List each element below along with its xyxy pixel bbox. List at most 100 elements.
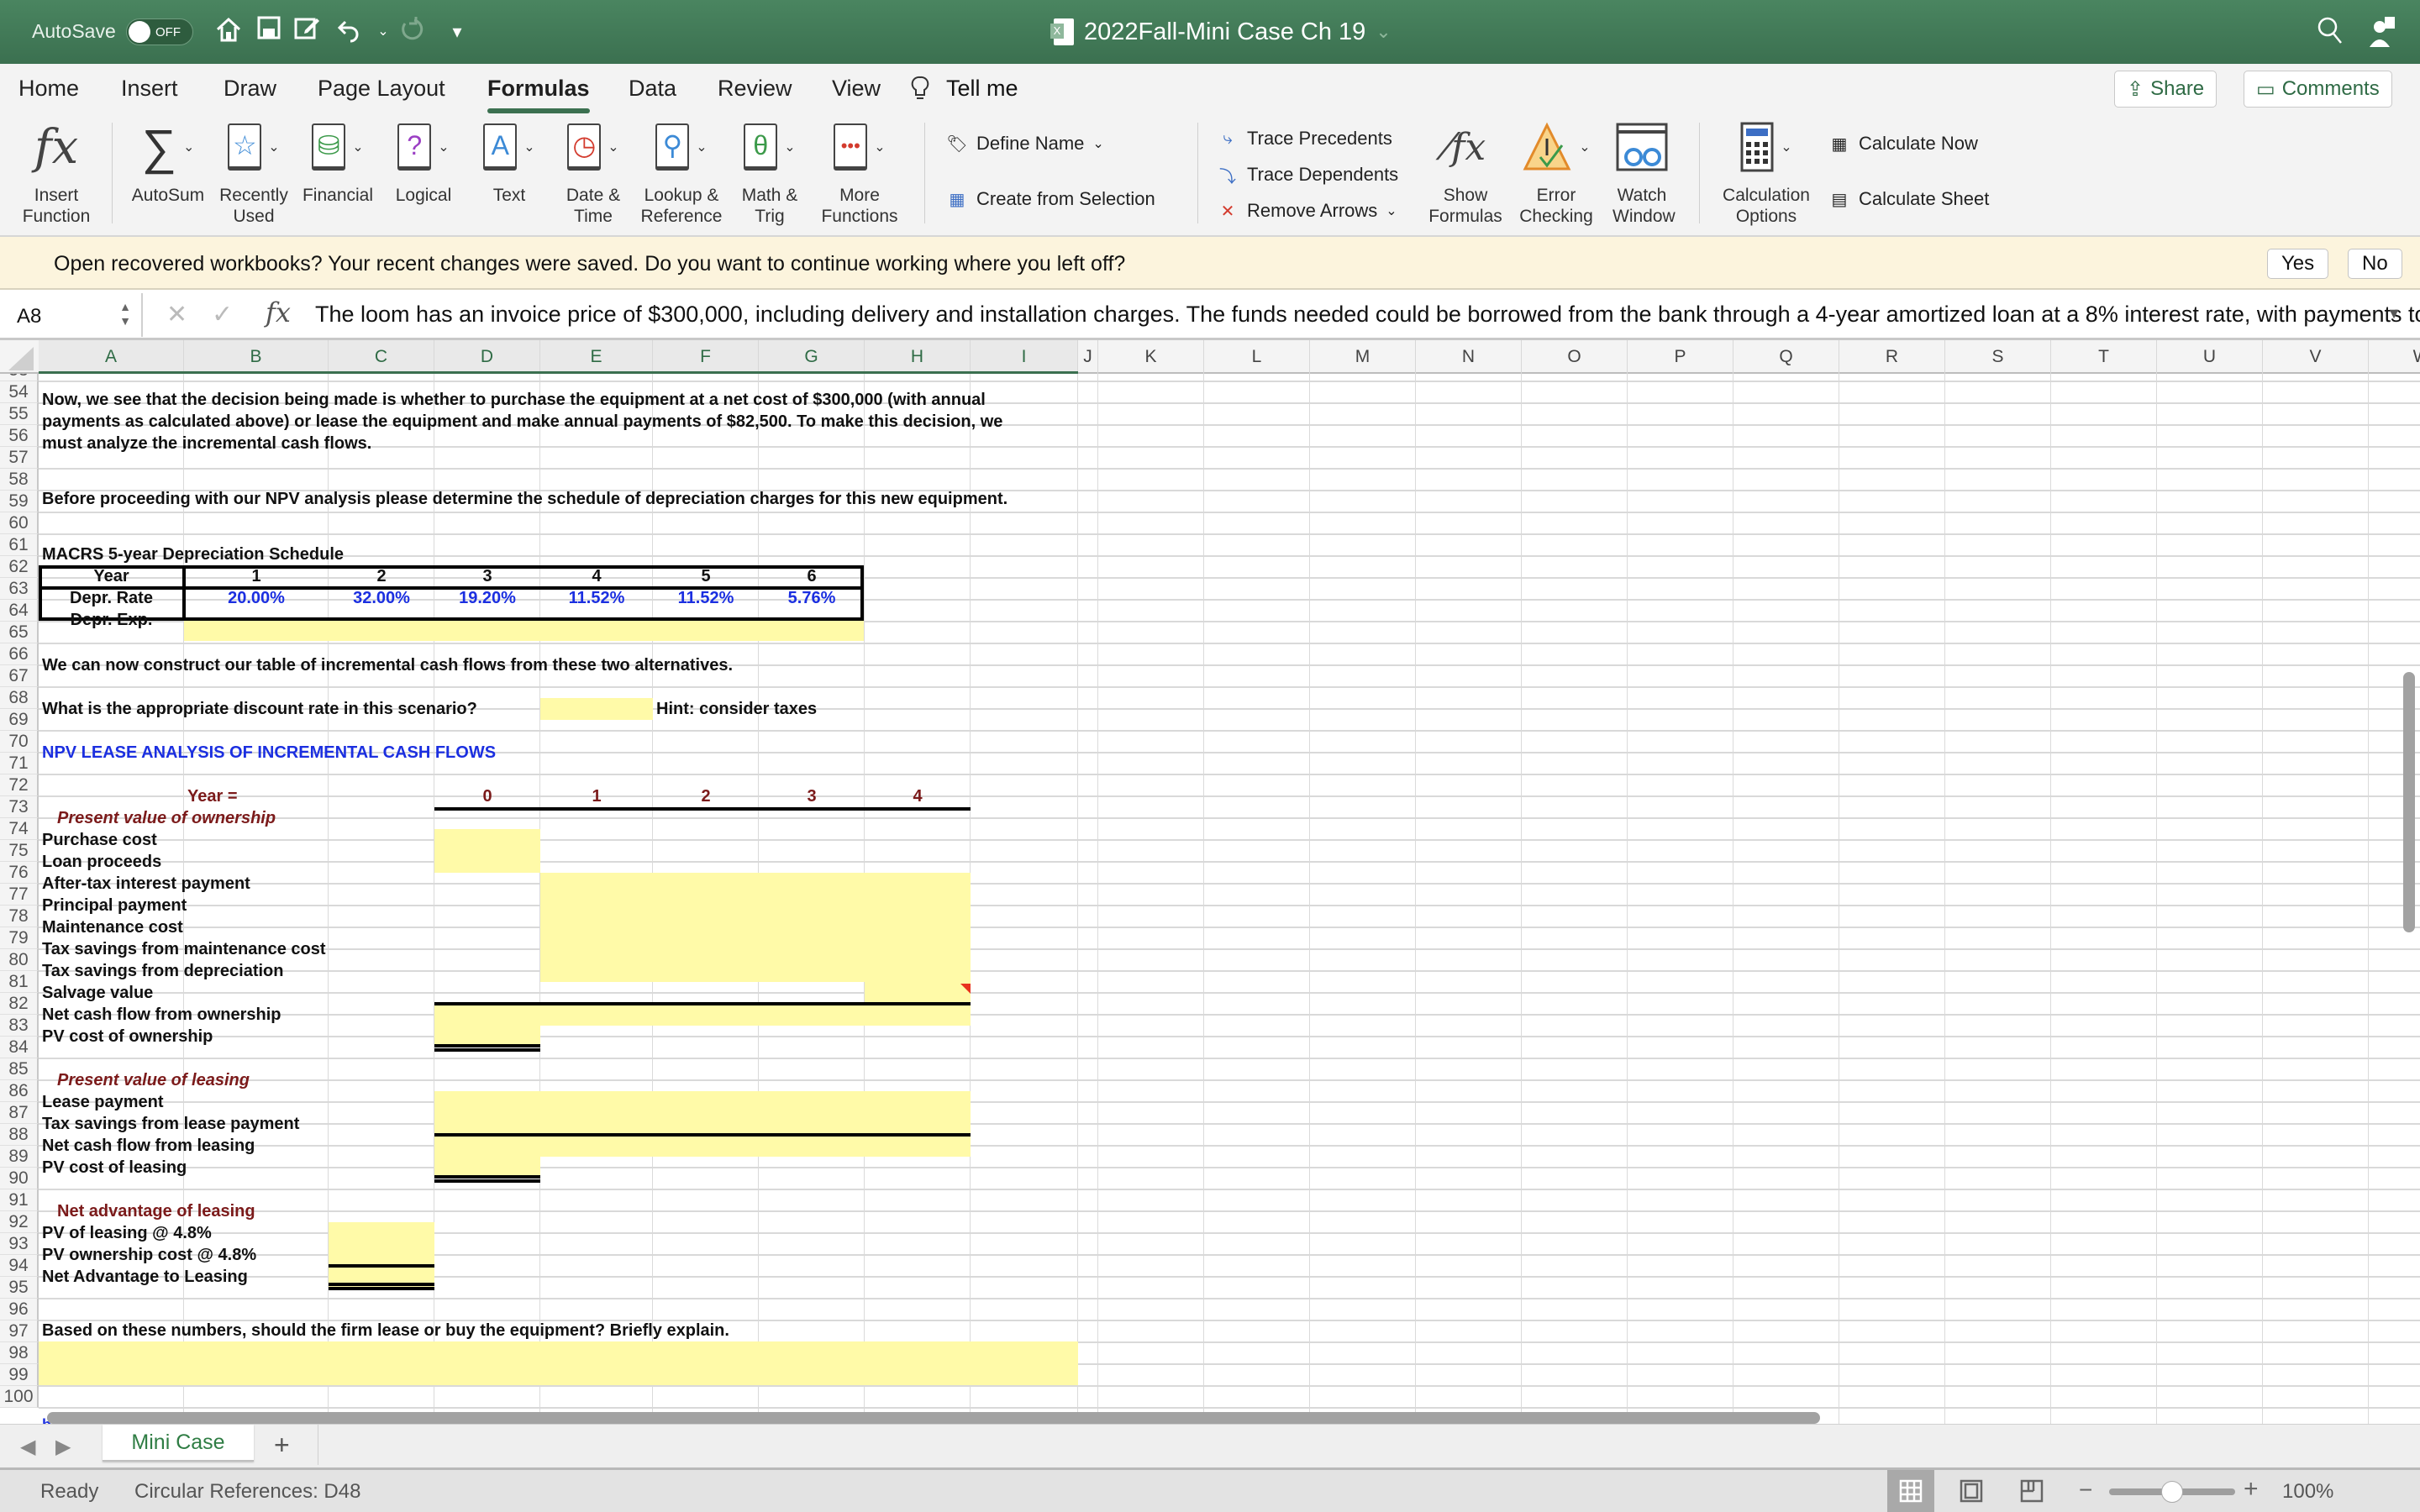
comment-indicator-icon[interactable] [960, 984, 971, 994]
tab-view[interactable]: View [832, 76, 881, 102]
column-header-j[interactable]: J [1078, 340, 1098, 374]
row-header-55[interactable]: 55 [0, 403, 39, 425]
salvage-value-input[interactable] [865, 982, 971, 1004]
column-header-c[interactable]: C [329, 340, 434, 375]
column-header-e[interactable]: E [540, 340, 653, 375]
home-icon[interactable] [212, 15, 245, 49]
tab-data[interactable]: Data [629, 76, 676, 102]
row-header-100[interactable]: 100 [0, 1386, 39, 1408]
status-circular-references[interactable]: Circular References: D48 [134, 1480, 360, 1504]
row-header-83[interactable]: 83 [0, 1015, 39, 1037]
row-header-53[interactable]: 53 [0, 374, 39, 381]
zoom-out-button[interactable]: − [2079, 1477, 2092, 1504]
row-header-76[interactable]: 76 [0, 862, 39, 884]
previous-sheet-icon[interactable]: ◀ [20, 1435, 35, 1459]
ownership-row-label[interactable]: PV cost of ownership [39, 1026, 213, 1047]
row-header-61[interactable]: 61 [0, 534, 39, 556]
macrs-rate-2[interactable]: 32.00% [329, 587, 434, 609]
tab-draw[interactable]: Draw [224, 76, 276, 102]
column-header-g[interactable]: G [759, 340, 865, 375]
row-header-85[interactable]: 85 [0, 1058, 39, 1080]
text-button[interactable]: A ⌄ Text [469, 114, 550, 237]
expand-formula-bar-icon[interactable]: ▼ [2386, 305, 2402, 323]
row-header-66[interactable]: 66 [0, 643, 39, 665]
row-header-95[interactable]: 95 [0, 1277, 39, 1299]
column-header-w[interactable]: W [2369, 340, 2420, 374]
discount-rate-input[interactable] [540, 698, 653, 720]
calculate-sheet-button[interactable]: ▤ Calculate Sheet [1828, 188, 1990, 210]
explanation-answer-input[interactable] [39, 1341, 1078, 1385]
row-header-69[interactable]: 69 [0, 709, 39, 731]
macrs-year-3[interactable]: 3 [434, 565, 540, 587]
row-header-87[interactable]: 87 [0, 1102, 39, 1124]
leasing-inputs[interactable] [434, 1091, 971, 1157]
name-box-stepper-icon[interactable]: ▲ ▼ [119, 300, 131, 328]
row-header-84[interactable]: 84 [0, 1037, 39, 1058]
column-header-p[interactable]: P [1628, 340, 1733, 374]
column-header-s[interactable]: S [1945, 340, 2051, 374]
row-header-63[interactable]: 63 [0, 578, 39, 600]
tab-insert[interactable]: Insert [121, 76, 178, 102]
column-header-v[interactable]: V [2263, 340, 2369, 374]
npv-year-4[interactable]: 4 [865, 785, 971, 807]
tab-formulas[interactable]: Formulas [487, 76, 590, 113]
financial-button[interactable]: ⛁ ⌄ Financial [297, 114, 378, 237]
horizontal-scrollbar[interactable] [47, 1412, 1820, 1424]
advantage-row-label[interactable]: PV ownership cost @ 4.8% [39, 1244, 256, 1266]
column-header-o[interactable]: O [1522, 340, 1628, 374]
row-header-78[interactable]: 78 [0, 906, 39, 927]
zoom-slider-handle[interactable] [2161, 1481, 2183, 1503]
zoom-in-button[interactable]: + [2244, 1475, 2259, 1504]
year-eq-label[interactable]: Year = [184, 785, 238, 807]
advantage-row-label[interactable]: PV of leasing @ 4.8% [39, 1222, 212, 1244]
select-all-corner[interactable] [0, 340, 39, 374]
row-header-99[interactable]: 99 [0, 1364, 39, 1386]
npv-title[interactable]: NPV LEASE ANALYSIS OF INCREMENTAL CASH F… [39, 742, 496, 764]
recently-used-button[interactable]: ☆ ⌄ Recently Used [213, 114, 294, 237]
next-sheet-icon[interactable]: ▶ [55, 1435, 71, 1459]
final-question[interactable]: Based on these numbers, should the firm … [39, 1320, 729, 1341]
row-header-62[interactable]: 62 [0, 556, 39, 578]
row-header-74[interactable]: 74 [0, 818, 39, 840]
row-header-56[interactable]: 56 [0, 425, 39, 447]
leasing-row-label[interactable]: Tax savings from lease payment [39, 1113, 299, 1135]
macrs-rate-label[interactable]: Depr. Rate [39, 587, 184, 609]
discount-question[interactable]: What is the appropriate discount rate in… [39, 698, 477, 720]
macrs-year-1[interactable]: 1 [184, 565, 329, 587]
leasing-row-label[interactable]: Lease payment [39, 1091, 164, 1113]
zoom-percentage[interactable]: 100% [2282, 1480, 2333, 1504]
row-header-93[interactable]: 93 [0, 1233, 39, 1255]
column-header-b[interactable]: B [184, 340, 329, 375]
row-header-77[interactable]: 77 [0, 884, 39, 906]
more-functions-button[interactable]: ••• ⌄ More Functions [815, 114, 904, 237]
column-header-a[interactable]: A [39, 340, 184, 375]
row-header-91[interactable]: 91 [0, 1189, 39, 1211]
ownership-row-label[interactable]: Principal payment [39, 895, 187, 916]
discount-hint[interactable]: Hint: consider taxes [653, 698, 817, 720]
row-header-54[interactable]: 54 [0, 381, 39, 403]
ownership-row-label[interactable]: Tax savings from maintenance cost [39, 938, 326, 960]
row-header-98[interactable]: 98 [0, 1342, 39, 1364]
add-sheet-icon[interactable]: + [274, 1430, 290, 1461]
define-name-button[interactable]: 🏷 Define Name ⌄ [946, 133, 1104, 155]
fx-icon[interactable]: fx [266, 297, 291, 328]
watch-window-button[interactable]: Watch Window [1602, 114, 1682, 237]
intro-line-3[interactable]: must analyze the incremental cash flows. [39, 433, 371, 454]
macrs-year-2[interactable]: 2 [329, 565, 434, 587]
column-header-t[interactable]: T [2051, 340, 2157, 374]
row-header-81[interactable]: 81 [0, 971, 39, 993]
macrs-rate-1[interactable]: 20.00% [184, 587, 329, 609]
row-header-67[interactable]: 67 [0, 665, 39, 687]
column-header-k[interactable]: K [1098, 340, 1204, 374]
ownership-row-label[interactable]: Net cash flow from ownership [39, 1004, 281, 1026]
cancel-icon[interactable]: ✕ [166, 300, 187, 329]
npv-year-3[interactable]: 3 [759, 785, 865, 807]
depr-prompt[interactable]: Before proceeding with our NPV analysis … [39, 488, 1007, 510]
lookup-reference-button[interactable]: ⚲ ⌄ Lookup & Reference [637, 114, 726, 237]
share-button[interactable]: ⇪ Share [2114, 71, 2217, 108]
column-header-u[interactable]: U [2157, 340, 2263, 374]
logical-button[interactable]: ? ⌄ Logical [383, 114, 464, 237]
row-header-96[interactable]: 96 [0, 1299, 39, 1320]
row-header-94[interactable]: 94 [0, 1255, 39, 1277]
row-header-57[interactable]: 57 [0, 447, 39, 469]
